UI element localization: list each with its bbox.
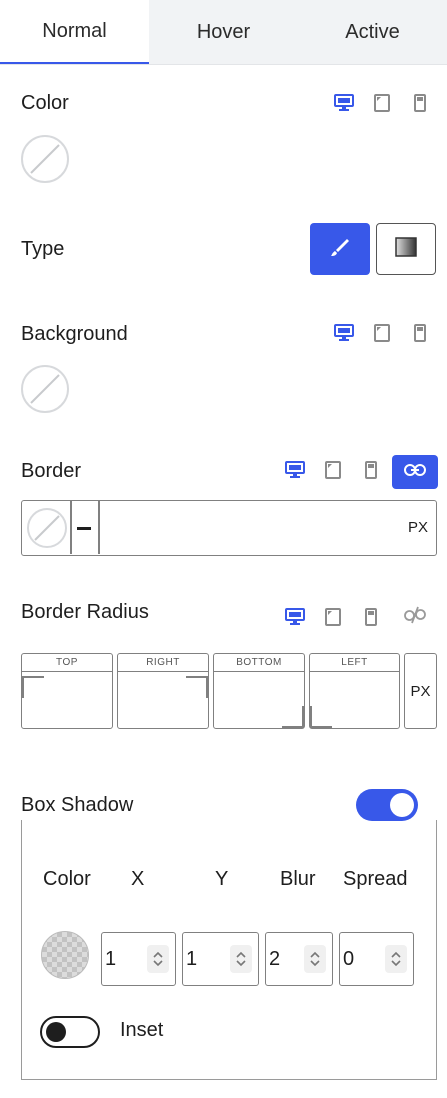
desktop-icon[interactable]: [282, 457, 308, 483]
background-swatch[interactable]: [21, 365, 69, 413]
shadow-spread-header: Spread: [343, 868, 408, 890]
desktop-icon[interactable]: [282, 604, 308, 630]
shadow-spread-field: [339, 932, 414, 986]
radius-unit[interactable]: PX: [404, 653, 437, 729]
background-label: Background: [21, 323, 128, 345]
shadow-spread-input[interactable]: [343, 943, 377, 975]
shadow-blur-field: [265, 932, 333, 986]
stepper-icon[interactable]: [304, 945, 326, 973]
tab-normal[interactable]: Normal: [0, 0, 149, 64]
unlink-icon: [403, 605, 427, 630]
brush-icon: [329, 236, 351, 263]
color-label: Color: [21, 92, 69, 114]
shadow-x-header: X: [131, 868, 145, 890]
shadow-color-swatch[interactable]: [41, 931, 89, 979]
stepper-icon[interactable]: [147, 945, 169, 973]
tab-active[interactable]: Active: [298, 0, 447, 64]
shadow-x-input[interactable]: [105, 943, 139, 975]
border-radius-device-switcher: [282, 604, 384, 630]
radius-top-field: TOP: [21, 653, 113, 729]
radius-left-input[interactable]: [314, 676, 394, 724]
border-radius-unlink-button[interactable]: [400, 602, 430, 632]
border-unit[interactable]: PX: [408, 519, 428, 536]
shadow-x-field: [101, 932, 176, 986]
mobile-icon[interactable]: [358, 457, 384, 483]
tablet-icon[interactable]: [369, 90, 395, 116]
desktop-icon[interactable]: [331, 320, 357, 346]
shadow-color-header: Color: [43, 868, 91, 890]
shadow-blur-input[interactable]: [269, 943, 303, 975]
mobile-icon[interactable]: [407, 90, 433, 116]
color-swatch[interactable]: [21, 135, 69, 183]
shadow-y-field: [182, 932, 259, 986]
radius-top-input[interactable]: [26, 676, 106, 724]
stepper-icon[interactable]: [230, 945, 252, 973]
inset-toggle[interactable]: [40, 1016, 100, 1048]
border-width-input[interactable]: [102, 505, 402, 550]
background-device-switcher: [331, 320, 433, 346]
gradient-icon: [395, 236, 417, 262]
radius-right-caption: RIGHT: [118, 654, 208, 672]
shadow-y-input[interactable]: [186, 943, 220, 975]
tablet-icon[interactable]: [369, 320, 395, 346]
toggle-knob: [390, 793, 414, 817]
mobile-icon[interactable]: [358, 604, 384, 630]
tablet-icon[interactable]: [320, 604, 346, 630]
box-shadow-toggle[interactable]: [356, 789, 418, 821]
shadow-y-header: Y: [215, 868, 229, 890]
border-radius-label: Border Radius: [21, 601, 149, 623]
tablet-icon[interactable]: [320, 457, 346, 483]
border-color-swatch[interactable]: [27, 508, 67, 548]
border-divider: [98, 501, 100, 554]
type-solid-button[interactable]: [310, 223, 370, 275]
radius-bottom-caption: BOTTOM: [214, 654, 304, 672]
type-gradient-button[interactable]: [376, 223, 436, 275]
border-divider: [70, 501, 72, 554]
state-tabs: Normal Hover Active: [0, 0, 447, 65]
radius-right-input[interactable]: [122, 676, 202, 724]
inset-label: Inset: [120, 1019, 164, 1041]
radius-top-caption: TOP: [22, 654, 112, 672]
toggle-knob: [46, 1022, 66, 1042]
tab-hover[interactable]: Hover: [149, 0, 298, 64]
mobile-icon[interactable]: [407, 320, 433, 346]
border-label: Border: [21, 460, 82, 482]
desktop-icon[interactable]: [331, 90, 357, 116]
type-label: Type: [21, 238, 65, 260]
border-link-button[interactable]: [392, 455, 438, 489]
border-device-switcher: [282, 457, 384, 483]
border-style-solid-icon[interactable]: [77, 527, 91, 530]
radius-bottom-input[interactable]: [218, 676, 298, 724]
color-device-switcher: [331, 90, 433, 116]
stepper-icon[interactable]: [385, 945, 407, 973]
radius-left-caption: LEFT: [310, 654, 399, 672]
radius-right-field: RIGHT: [117, 653, 209, 729]
shadow-blur-header: Blur: [280, 868, 316, 890]
link-icon: [403, 463, 427, 482]
radius-left-field: LEFT: [309, 653, 400, 729]
border-control: PX: [21, 500, 437, 556]
radius-bottom-field: BOTTOM: [213, 653, 305, 729]
box-shadow-label: Box Shadow: [21, 794, 134, 816]
